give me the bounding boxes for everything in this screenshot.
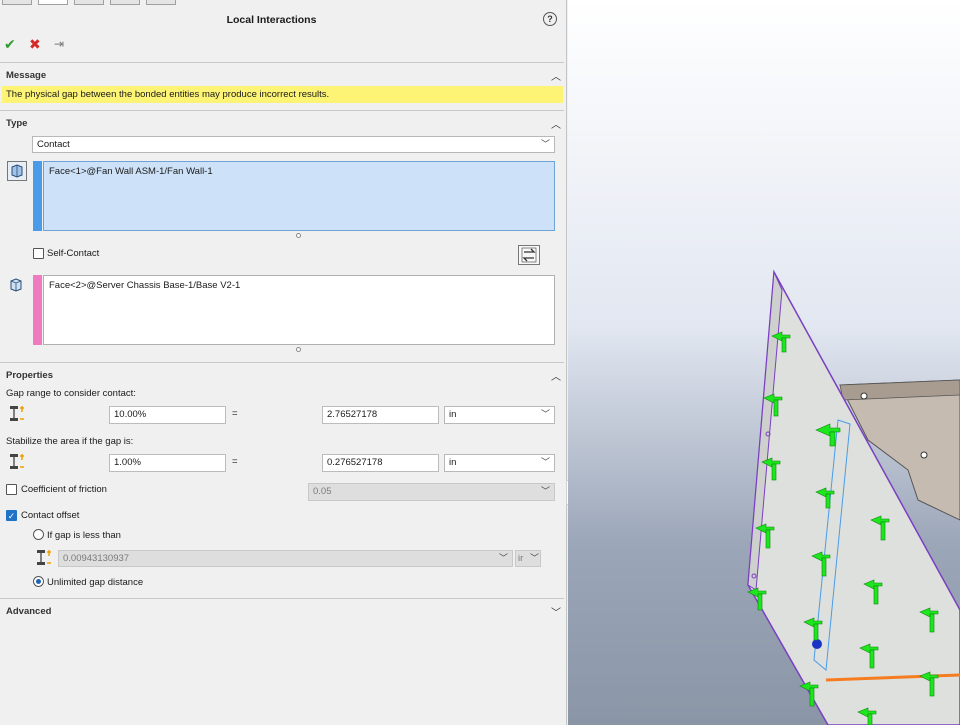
ok-icon[interactable]: ✔ <box>4 36 16 52</box>
if-gap-unit-select: ir ﹀ <box>515 550 541 567</box>
chevron-up-icon[interactable]: ︿ <box>550 116 562 131</box>
offset-gap-icon <box>36 549 54 567</box>
face-set1-icon[interactable] <box>7 161 27 181</box>
equals-sign: = <box>232 456 238 467</box>
if-gap-value-input: 0.00943130937 ﹀ <box>58 550 513 567</box>
divider <box>0 62 564 63</box>
gap-value-input[interactable]: 2.76527178 <box>322 406 439 424</box>
type-select[interactable]: Contact ﹀ <box>32 136 555 153</box>
chevron-down-icon: ﹀ <box>498 553 508 563</box>
face-set2-icon[interactable] <box>7 276 27 296</box>
self-contact-label: Self-Contact <box>47 248 100 259</box>
chevron-up-icon[interactable]: ︿ <box>550 368 562 383</box>
advanced-section-title[interactable]: Advanced <box>6 606 51 617</box>
gap-range-label: Gap range to consider contact: <box>6 388 136 399</box>
friction-input: 0.05 ﹀ <box>308 483 555 501</box>
stabilize-percent-input[interactable]: 1.00% <box>109 454 226 472</box>
chevron-down-icon: ﹀ <box>540 486 550 496</box>
divider <box>0 110 564 111</box>
pin-icon[interactable]: ⇥ <box>54 36 64 52</box>
properties-section-title: Properties <box>6 370 53 381</box>
cancel-icon[interactable]: ✖ <box>29 36 41 52</box>
warning-message: The physical gap between the bonded enti… <box>2 86 563 103</box>
self-contact-checkbox[interactable] <box>33 248 44 259</box>
resize-handle[interactable] <box>296 233 301 238</box>
contact-offset-checkbox[interactable]: ✓ <box>6 510 17 521</box>
contact-offset-label: Contact offset <box>21 510 80 521</box>
if-gap-label: If gap is less than <box>47 530 121 541</box>
gap-unit-select[interactable]: in ﹀ <box>444 406 555 424</box>
gap-unit-value: in <box>449 409 457 420</box>
swap-icon <box>521 247 537 263</box>
equals-sign: = <box>232 408 238 419</box>
friction-checkbox[interactable] <box>6 484 17 495</box>
friction-label: Coefficient of friction <box>21 484 107 495</box>
friction-value: 0.05 <box>313 486 332 497</box>
stabilize-unit-select[interactable]: in ﹀ <box>444 454 555 472</box>
chevron-down-icon[interactable]: ﹀ <box>550 604 562 619</box>
set1-color-stripe <box>33 161 42 231</box>
panel-title: Local Interactions <box>226 14 317 26</box>
property-manager-panel: Local Interactions ? ✔ ✖ ⇥ Message ︿ The… <box>0 0 567 725</box>
set1-face-item[interactable]: Face<1>@Fan Wall ASM-1/Fan Wall-1 <box>49 166 213 177</box>
unlimited-gap-label: Unlimited gap distance <box>47 577 144 588</box>
swap-sets-button[interactable] <box>518 245 540 265</box>
model-view <box>747 269 960 725</box>
stabilize-label: Stabilize the area if the gap is: <box>6 436 134 447</box>
chevron-up-icon[interactable]: ︿ <box>550 68 562 83</box>
display-tab[interactable] <box>146 0 176 5</box>
set2-color-stripe <box>33 275 42 345</box>
if-gap-unit: ir <box>518 553 524 564</box>
feature-tree-tab[interactable] <box>2 0 32 5</box>
stabilize-icon <box>9 453 27 471</box>
help-icon[interactable]: ? <box>543 12 557 26</box>
set2-face-list[interactable]: Face<2>@Server Chassis Base-1/Base V2-1 <box>43 275 555 345</box>
type-section-title: Type <box>6 118 28 129</box>
if-gap-radio[interactable] <box>33 529 44 540</box>
divider <box>0 598 564 599</box>
chevron-down-icon: ﹀ <box>540 139 550 149</box>
gap-range-icon <box>9 405 27 423</box>
message-section-title: Message <box>6 70 47 81</box>
stabilize-unit-value: in <box>449 457 457 468</box>
configuration-tab[interactable] <box>74 0 104 5</box>
if-gap-value: 0.00943130937 <box>63 553 130 564</box>
unlimited-gap-radio[interactable] <box>33 576 44 587</box>
dimxpert-tab[interactable] <box>110 0 140 5</box>
panel-tab-strip <box>0 0 185 5</box>
property-manager-tab[interactable] <box>38 0 68 5</box>
stabilize-value-input[interactable]: 0.276527178 <box>322 454 439 472</box>
set1-face-list[interactable]: Face<1>@Fan Wall ASM-1/Fan Wall-1 <box>43 161 555 231</box>
resize-handle[interactable] <box>296 347 301 352</box>
graphics-viewport[interactable] <box>568 0 960 725</box>
gap-percent-input[interactable]: 10.00% <box>109 406 226 424</box>
type-select-value: Contact <box>37 139 70 150</box>
set2-face-item[interactable]: Face<2>@Server Chassis Base-1/Base V2-1 <box>49 280 240 291</box>
chevron-down-icon: ﹀ <box>540 409 550 419</box>
chevron-down-icon: ﹀ <box>529 553 539 563</box>
chevron-down-icon: ﹀ <box>540 457 550 467</box>
divider <box>0 362 564 363</box>
